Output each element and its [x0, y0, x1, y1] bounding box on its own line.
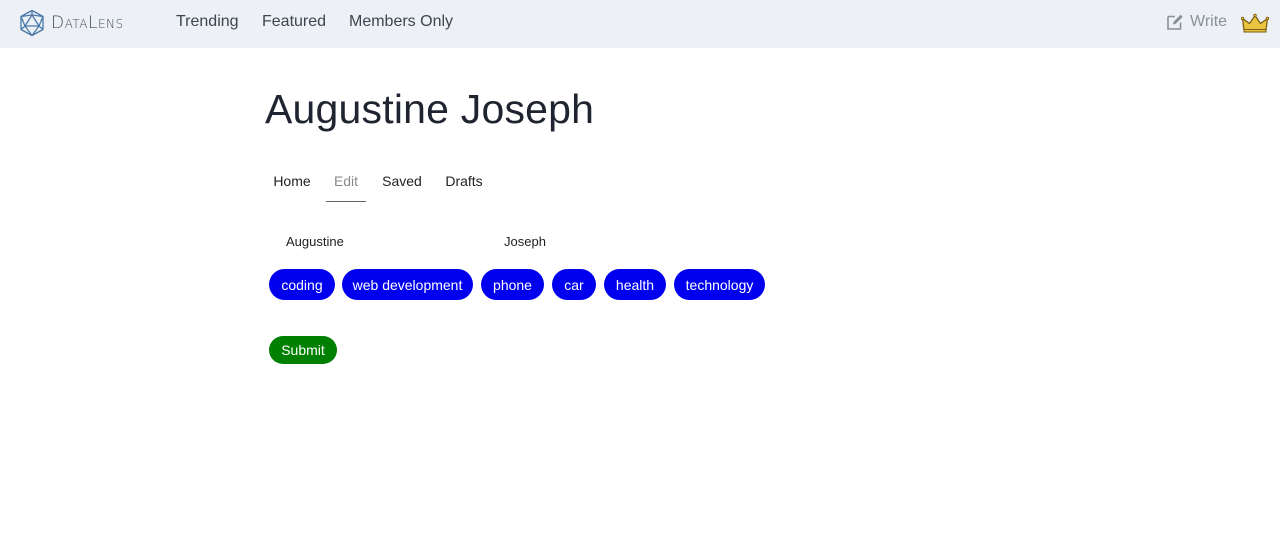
tag-coding[interactable]: coding [269, 269, 335, 300]
tab-home[interactable]: Home [265, 168, 319, 202]
nav-members-only[interactable]: Members Only [349, 13, 453, 31]
tag-car[interactable]: car [552, 269, 596, 300]
nav-trending[interactable]: Trending [176, 13, 239, 31]
crown-icon[interactable] [1241, 13, 1269, 33]
top-navbar: DataLens Trending Featured Members Only … [0, 0, 1280, 48]
tag-phone[interactable]: phone [481, 269, 544, 300]
tag-web-development[interactable]: web development [342, 269, 473, 300]
logo-icon [20, 9, 44, 37]
write-label: Write [1190, 13, 1228, 30]
first-name-field[interactable]: Augustine [286, 234, 344, 249]
tab-edit[interactable]: Edit [326, 168, 366, 202]
nav-featured[interactable]: Featured [262, 13, 326, 31]
page-title: Augustine Joseph [265, 86, 595, 132]
write-button[interactable]: Write [1166, 12, 1227, 32]
submit-button[interactable]: Submit [269, 336, 337, 364]
logo-text: DataLens [51, 13, 124, 33]
tag-technology[interactable]: technology [674, 269, 765, 300]
logo[interactable]: DataLens [18, 8, 124, 38]
tab-drafts[interactable]: Drafts [438, 168, 490, 202]
last-name-field[interactable]: Joseph [504, 234, 546, 249]
edit-icon [1167, 14, 1183, 30]
tab-saved[interactable]: Saved [375, 168, 429, 202]
tag-health[interactable]: health [604, 269, 666, 300]
